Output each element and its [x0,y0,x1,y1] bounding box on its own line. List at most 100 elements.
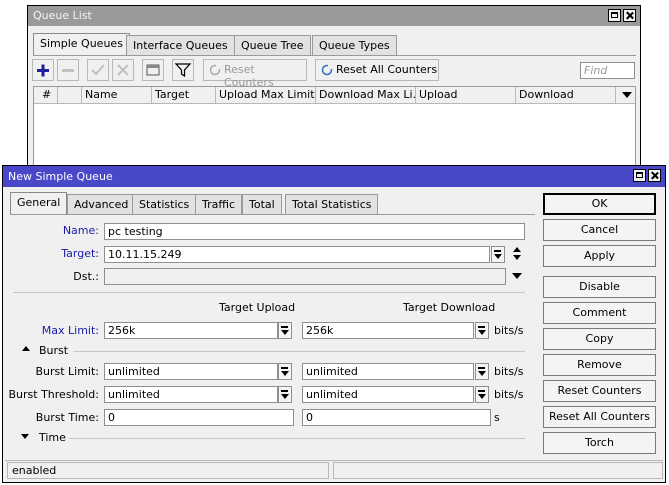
target-up-icon[interactable] [513,247,521,252]
dst-input[interactable] [104,268,506,285]
close-icon[interactable] [623,9,636,22]
comment-button[interactable]: Comment [543,302,656,324]
remove-button[interactable]: Remove [543,354,656,376]
queue-list-window: Queue List Simple Queues Interface Queue… [27,5,641,175]
tab-total-statistics[interactable]: Total Statistics [285,194,379,215]
burst-collapse-icon[interactable] [22,346,30,351]
burst-section-label[interactable]: Burst [39,344,68,358]
target-input[interactable]: 10.11.15.249 [104,246,490,263]
status-bar: enabled [5,460,663,481]
filter-icon [174,63,192,78]
reset-counters-button[interactable]: Reset Counters [203,59,307,89]
ok-button[interactable]: OK [543,193,656,215]
comment-button[interactable] [142,59,164,81]
column-target[interactable]: Target [152,87,216,103]
plus-icon [37,64,49,77]
burst-threshold-upload-dropdown-icon[interactable] [278,386,292,403]
status-panel-right [333,462,663,479]
cancel-button[interactable]: Cancel [543,219,656,241]
tab-advanced[interactable]: Advanced [67,194,136,215]
column-upload-max-limit[interactable]: Upload Max Limit [216,87,316,103]
burst-limit-unit: bits/s [494,365,524,378]
max-limit-download-input[interactable]: 256k [302,322,474,339]
dialog-title: New Simple Queue [8,170,113,183]
target-dropdown-icon[interactable] [491,246,505,263]
dialog-titlebar[interactable]: New Simple Queue [3,166,665,187]
target-label: Target: [61,247,99,260]
status-text: enabled [7,462,329,479]
filter-button[interactable] [172,59,194,81]
column-download[interactable]: Download [516,87,616,103]
burst-time-label: Burst Time: [35,411,99,424]
burst-threshold-download-input[interactable]: unlimited [302,386,474,403]
burst-time-download-input[interactable]: 0 [302,409,491,426]
maximize-icon[interactable] [633,169,646,182]
column-menu-icon[interactable] [622,92,632,98]
tab-simple-queues[interactable]: Simple Queues [33,33,130,56]
disable-button[interactable] [112,59,134,81]
dst-label: Dst.: [73,270,99,283]
column-download-max-limit[interactable]: Download Max Li... [316,87,416,103]
add-button[interactable] [32,59,54,81]
target-upload-header: Target Upload [219,301,296,314]
column-upload[interactable]: Upload [416,87,516,103]
column-name[interactable]: Name [82,87,152,103]
queue-table-header: # Name Target Upload Max Limit Download … [34,87,635,104]
max-limit-unit: bits/s [494,324,524,337]
minus-icon [62,69,74,72]
burst-threshold-download-dropdown-icon[interactable] [475,386,489,403]
burst-threshold-upload-input[interactable]: unlimited [104,386,278,403]
time-section-label[interactable]: Time [39,431,66,445]
burst-time-upload-input[interactable]: 0 [104,409,294,426]
queue-list-title: Queue List [33,9,92,22]
max-limit-upload-input[interactable]: 256k [104,322,278,339]
reset-all-counters-button[interactable]: Reset All Counters [543,406,656,428]
check-icon [91,64,105,76]
burst-time-unit: s [494,411,500,424]
apply-button[interactable]: Apply [543,245,656,267]
tab-interface-queues[interactable]: Interface Queues [126,35,235,56]
reset-all-counters-label: Reset All Counters [336,63,438,76]
queue-list-titlebar[interactable]: Queue List [28,6,640,26]
queue-table: # Name Target Upload Max Limit Download … [33,86,636,174]
find-placeholder: Find [584,64,608,77]
column-number[interactable]: # [34,87,58,103]
max-limit-upload-dropdown-icon[interactable] [278,322,292,339]
max-limit-label: Max Limit: [41,324,99,337]
name-label: Name: [62,224,99,237]
torch-button[interactable]: Torch [543,432,656,454]
tab-queue-types[interactable]: Queue Types [312,35,397,56]
dst-dropdown-icon[interactable] [512,273,522,279]
tab-traffic[interactable]: Traffic [195,194,243,215]
close-icon[interactable] [648,169,661,182]
new-simple-queue-dialog: New Simple Queue General Advanced Statis… [2,165,666,483]
reset-all-icon [321,63,333,76]
name-input[interactable]: pc testing [104,223,525,240]
burst-limit-upload-dropdown-icon[interactable] [278,363,292,380]
disable-button[interactable]: Disable [543,276,656,298]
reset-counters-button[interactable]: Reset Counters [543,380,656,402]
reset-icon [209,63,221,76]
column-flags[interactable] [58,87,82,103]
find-input[interactable]: Find [580,62,635,79]
enable-button[interactable] [87,59,109,81]
target-down-icon[interactable] [513,255,521,260]
time-expand-icon[interactable] [21,434,29,439]
tab-queue-tree[interactable]: Queue Tree [234,35,311,56]
burst-threshold-unit: bits/s [494,388,524,401]
comment-icon [146,64,160,76]
cross-icon [117,64,129,76]
maximize-icon[interactable] [608,9,621,22]
copy-button[interactable]: Copy [543,328,656,350]
tab-general[interactable]: General [10,192,68,215]
burst-limit-upload-input[interactable]: unlimited [104,363,278,380]
remove-button[interactable] [57,59,79,81]
max-limit-download-dropdown-icon[interactable] [475,322,489,339]
tab-statistics[interactable]: Statistics [132,194,197,215]
reset-all-counters-button[interactable]: Reset All Counters [315,59,439,81]
tab-total[interactable]: Total [242,194,282,215]
burst-limit-label: Burst Limit: [35,365,99,378]
target-download-header: Target Download [403,301,496,314]
burst-limit-download-dropdown-icon[interactable] [475,363,489,380]
burst-limit-download-input[interactable]: unlimited [302,363,474,380]
